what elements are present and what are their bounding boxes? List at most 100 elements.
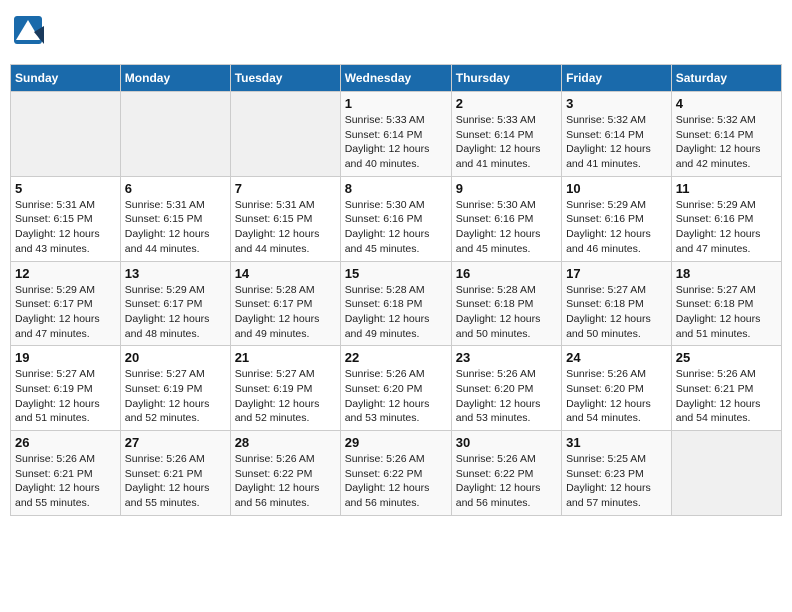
day-info: Sunrise: 5:32 AMSunset: 6:14 PMDaylight:… xyxy=(566,113,667,172)
day-info: Sunrise: 5:27 AMSunset: 6:19 PMDaylight:… xyxy=(125,367,226,426)
calendar-day-cell: 19 Sunrise: 5:27 AMSunset: 6:19 PMDayligh… xyxy=(11,346,121,431)
day-number: 19 xyxy=(15,350,116,365)
day-number: 18 xyxy=(676,266,777,281)
calendar-day-cell: 16 Sunrise: 5:28 AMSunset: 6:18 PMDayligh… xyxy=(451,261,561,346)
day-number: 11 xyxy=(676,181,777,196)
calendar-day-cell: 23 Sunrise: 5:26 AMSunset: 6:20 PMDayligh… xyxy=(451,346,561,431)
calendar-day-cell: 7 Sunrise: 5:31 AMSunset: 6:15 PMDaylight… xyxy=(230,176,340,261)
calendar-day-cell: 6 Sunrise: 5:31 AMSunset: 6:15 PMDaylight… xyxy=(120,176,230,261)
calendar-day-cell xyxy=(671,431,781,516)
day-number: 4 xyxy=(676,96,777,111)
weekday-header: Thursday xyxy=(451,65,561,92)
calendar-day-cell: 21 Sunrise: 5:27 AMSunset: 6:19 PMDayligh… xyxy=(230,346,340,431)
day-number: 27 xyxy=(125,435,226,450)
calendar-body: 1 Sunrise: 5:33 AMSunset: 6:14 PMDaylight… xyxy=(11,92,782,516)
calendar-day-cell: 27 Sunrise: 5:26 AMSunset: 6:21 PMDayligh… xyxy=(120,431,230,516)
day-number: 22 xyxy=(345,350,447,365)
day-info: Sunrise: 5:30 AMSunset: 6:16 PMDaylight:… xyxy=(345,198,447,257)
calendar-day-cell: 20Sunrise: 5:27 AMSunset: 6:19 PMDayligh… xyxy=(120,346,230,431)
day-info: Sunrise: 5:31 AMSunset: 6:15 PMDaylight:… xyxy=(125,198,226,257)
day-number: 1 xyxy=(345,96,447,111)
calendar-day-cell: 30Sunrise: 5:26 AMSunset: 6:22 PMDayligh… xyxy=(451,431,561,516)
calendar-day-cell xyxy=(120,92,230,177)
calendar-week-row: 5 Sunrise: 5:31 AMSunset: 6:15 PMDaylight… xyxy=(11,176,782,261)
weekday-header: Monday xyxy=(120,65,230,92)
weekday-header: Wednesday xyxy=(340,65,451,92)
day-number: 17 xyxy=(566,266,667,281)
day-info: Sunrise: 5:26 AMSunset: 6:21 PMDaylight:… xyxy=(676,367,777,426)
calendar-week-row: 1 Sunrise: 5:33 AMSunset: 6:14 PMDaylight… xyxy=(11,92,782,177)
day-info: Sunrise: 5:31 AMSunset: 6:15 PMDaylight:… xyxy=(15,198,116,257)
weekday-header: Tuesday xyxy=(230,65,340,92)
calendar-day-cell: 13Sunrise: 5:29 AMSunset: 6:17 PMDayligh… xyxy=(120,261,230,346)
day-number: 24 xyxy=(566,350,667,365)
calendar-day-cell xyxy=(230,92,340,177)
day-info: Sunrise: 5:27 AMSunset: 6:19 PMDaylight:… xyxy=(235,367,336,426)
day-number: 29 xyxy=(345,435,447,450)
day-info: Sunrise: 5:27 AMSunset: 6:19 PMDaylight:… xyxy=(15,367,116,426)
day-number: 21 xyxy=(235,350,336,365)
day-info: Sunrise: 5:29 AMSunset: 6:16 PMDaylight:… xyxy=(676,198,777,257)
calendar-day-cell: 9Sunrise: 5:30 AMSunset: 6:16 PMDaylight… xyxy=(451,176,561,261)
calendar-day-cell: 28Sunrise: 5:26 AMSunset: 6:22 PMDayligh… xyxy=(230,431,340,516)
calendar-table: SundayMondayTuesdayWednesdayThursdayFrid… xyxy=(10,64,782,516)
calendar-day-cell: 1 Sunrise: 5:33 AMSunset: 6:14 PMDaylight… xyxy=(340,92,451,177)
logo xyxy=(14,16,48,52)
calendar-day-cell: 5 Sunrise: 5:31 AMSunset: 6:15 PMDaylight… xyxy=(11,176,121,261)
calendar-header-row: SundayMondayTuesdayWednesdayThursdayFrid… xyxy=(11,65,782,92)
day-info: Sunrise: 5:26 AMSunset: 6:22 PMDaylight:… xyxy=(345,452,447,511)
day-number: 14 xyxy=(235,266,336,281)
calendar-week-row: 26 Sunrise: 5:26 AMSunset: 6:21 PMDayligh… xyxy=(11,431,782,516)
day-number: 16 xyxy=(456,266,557,281)
weekday-header: Saturday xyxy=(671,65,781,92)
day-info: Sunrise: 5:25 AMSunset: 6:23 PMDaylight:… xyxy=(566,452,667,511)
calendar-day-cell: 10 Sunrise: 5:29 AMSunset: 6:16 PMDayligh… xyxy=(562,176,672,261)
day-info: Sunrise: 5:26 AMSunset: 6:20 PMDaylight:… xyxy=(456,367,557,426)
calendar-day-cell: 15 Sunrise: 5:28 AMSunset: 6:18 PMDayligh… xyxy=(340,261,451,346)
day-number: 8 xyxy=(345,181,447,196)
day-number: 15 xyxy=(345,266,447,281)
day-info: Sunrise: 5:31 AMSunset: 6:15 PMDaylight:… xyxy=(235,198,336,257)
day-number: 3 xyxy=(566,96,667,111)
day-info: Sunrise: 5:28 AMSunset: 6:18 PMDaylight:… xyxy=(456,283,557,342)
day-info: Sunrise: 5:30 AMSunset: 6:16 PMDaylight:… xyxy=(456,198,557,257)
calendar-day-cell: 18 Sunrise: 5:27 AMSunset: 6:18 PMDayligh… xyxy=(671,261,781,346)
day-info: Sunrise: 5:28 AMSunset: 6:17 PMDaylight:… xyxy=(235,283,336,342)
day-info: Sunrise: 5:28 AMSunset: 6:18 PMDaylight:… xyxy=(345,283,447,342)
day-info: Sunrise: 5:33 AMSunset: 6:14 PMDaylight:… xyxy=(345,113,447,172)
day-number: 30 xyxy=(456,435,557,450)
day-info: Sunrise: 5:26 AMSunset: 6:20 PMDaylight:… xyxy=(566,367,667,426)
day-number: 5 xyxy=(15,181,116,196)
calendar-day-cell: 31Sunrise: 5:25 AMSunset: 6:23 PMDayligh… xyxy=(562,431,672,516)
day-number: 25 xyxy=(676,350,777,365)
calendar-day-cell: 17 Sunrise: 5:27 AMSunset: 6:18 PMDayligh… xyxy=(562,261,672,346)
calendar-day-cell: 25 Sunrise: 5:26 AMSunset: 6:21 PMDayligh… xyxy=(671,346,781,431)
day-number: 6 xyxy=(125,181,226,196)
calendar-day-cell: 4 Sunrise: 5:32 AMSunset: 6:14 PMDaylight… xyxy=(671,92,781,177)
day-info: Sunrise: 5:29 AMSunset: 6:16 PMDaylight:… xyxy=(566,198,667,257)
day-number: 10 xyxy=(566,181,667,196)
day-info: Sunrise: 5:26 AMSunset: 6:22 PMDaylight:… xyxy=(235,452,336,511)
calendar-week-row: 19 Sunrise: 5:27 AMSunset: 6:19 PMDayligh… xyxy=(11,346,782,431)
day-info: Sunrise: 5:33 AMSunset: 6:14 PMDaylight:… xyxy=(456,113,557,172)
calendar-day-cell: 26 Sunrise: 5:26 AMSunset: 6:21 PMDayligh… xyxy=(11,431,121,516)
calendar-day-cell: 12 Sunrise: 5:29 AMSunset: 6:17 PMDayligh… xyxy=(11,261,121,346)
calendar-day-cell: 24 Sunrise: 5:26 AMSunset: 6:20 PMDayligh… xyxy=(562,346,672,431)
day-info: Sunrise: 5:27 AMSunset: 6:18 PMDaylight:… xyxy=(566,283,667,342)
day-info: Sunrise: 5:29 AMSunset: 6:17 PMDaylight:… xyxy=(15,283,116,342)
calendar-day-cell: 11 Sunrise: 5:29 AMSunset: 6:16 PMDayligh… xyxy=(671,176,781,261)
day-number: 7 xyxy=(235,181,336,196)
day-info: Sunrise: 5:26 AMSunset: 6:20 PMDaylight:… xyxy=(345,367,447,426)
day-number: 12 xyxy=(15,266,116,281)
day-info: Sunrise: 5:32 AMSunset: 6:14 PMDaylight:… xyxy=(676,113,777,172)
day-info: Sunrise: 5:27 AMSunset: 6:18 PMDaylight:… xyxy=(676,283,777,342)
calendar-day-cell: 3 Sunrise: 5:32 AMSunset: 6:14 PMDaylight… xyxy=(562,92,672,177)
weekday-header: Sunday xyxy=(11,65,121,92)
day-number: 23 xyxy=(456,350,557,365)
day-number: 26 xyxy=(15,435,116,450)
day-info: Sunrise: 5:26 AMSunset: 6:21 PMDaylight:… xyxy=(125,452,226,511)
day-info: Sunrise: 5:26 AMSunset: 6:21 PMDaylight:… xyxy=(15,452,116,511)
day-number: 13 xyxy=(125,266,226,281)
weekday-header: Friday xyxy=(562,65,672,92)
calendar-day-cell: 2Sunrise: 5:33 AMSunset: 6:14 PMDaylight… xyxy=(451,92,561,177)
